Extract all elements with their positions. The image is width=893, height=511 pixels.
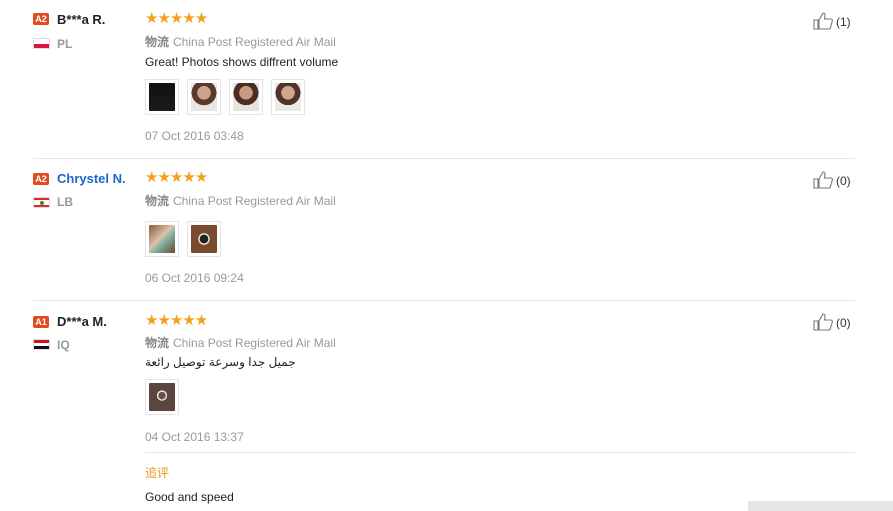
review-photo-thumb[interactable] <box>145 379 179 415</box>
review-date: 04 Oct 2016 13:37 <box>145 430 244 444</box>
logistics-method: China Post Registered Air Mail <box>173 194 336 208</box>
footer-edge <box>748 501 893 511</box>
append-divider <box>145 452 855 453</box>
buyer-country: IQ <box>57 338 70 352</box>
country-flag-icon <box>33 197 50 208</box>
logistics-label: 物流 <box>145 194 170 208</box>
logistics-method: China Post Registered Air Mail <box>173 336 336 350</box>
review-photo-thumb[interactable] <box>145 79 179 115</box>
country-flag-icon <box>33 38 50 49</box>
review-text: Great! Photos shows diffrent volume <box>145 55 339 69</box>
star-rating: ★★★★★ <box>145 169 208 186</box>
append-review-text: Good and speed <box>145 490 234 504</box>
buyer-level-badge: A1 <box>33 316 49 328</box>
buyer-name[interactable]: Chrystel N. <box>57 171 126 186</box>
thumbs-up-icon <box>813 12 833 30</box>
review-photo-thumb[interactable] <box>187 221 221 257</box>
star-rating: ★★★★★ <box>145 10 208 27</box>
thumbs-up-icon <box>813 313 833 331</box>
star-rating: ★★★★★ <box>145 312 208 329</box>
review-item: A1 D***a M. IQ ★★★★★ 物流 China Post Regist… <box>33 301 855 511</box>
review-item: A2 Chrystel N. LB ★★★★★ 物流 China Post Reg… <box>33 159 855 301</box>
buyer-country: PL <box>57 37 73 51</box>
buyer-country: LB <box>57 195 73 209</box>
logistics-info: 物流 China Post Registered Air Mail <box>145 33 336 50</box>
review-text: جميل جدا وسرعة توصيل رائعة <box>145 355 296 369</box>
review-item: A2 B***a R. PL ★★★★★ 物流 China Post Regist… <box>33 0 855 159</box>
logistics-info: 物流 China Post Registered Air Mail <box>145 192 336 209</box>
useful-count: (1) <box>836 15 851 29</box>
logistics-info: 物流 China Post Registered Air Mail <box>145 334 336 351</box>
useful-count: (0) <box>836 174 851 188</box>
country-flag-icon <box>33 339 50 350</box>
review-photo-thumb[interactable] <box>271 79 305 115</box>
review-date: 07 Oct 2016 03:48 <box>145 129 244 143</box>
buyer-name: D***a M. <box>57 314 107 329</box>
logistics-method: China Post Registered Air Mail <box>173 35 336 49</box>
useful-button[interactable]: (1) <box>813 12 855 32</box>
review-date: 06 Oct 2016 09:24 <box>145 271 244 285</box>
useful-button[interactable]: (0) <box>813 313 855 333</box>
logistics-label: 物流 <box>145 336 170 350</box>
review-photo-thumb[interactable] <box>145 221 179 257</box>
buyer-level-badge: A2 <box>33 13 49 25</box>
append-review-label: 追评 <box>145 466 170 480</box>
useful-count: (0) <box>836 316 851 330</box>
review-photo-thumb[interactable] <box>229 79 263 115</box>
buyer-name: B***a R. <box>57 12 106 27</box>
thumbs-up-icon <box>813 171 833 189</box>
logistics-label: 物流 <box>145 35 170 49</box>
buyer-level-badge: A2 <box>33 173 49 185</box>
review-photo-thumb[interactable] <box>187 79 221 115</box>
useful-button[interactable]: (0) <box>813 171 855 191</box>
